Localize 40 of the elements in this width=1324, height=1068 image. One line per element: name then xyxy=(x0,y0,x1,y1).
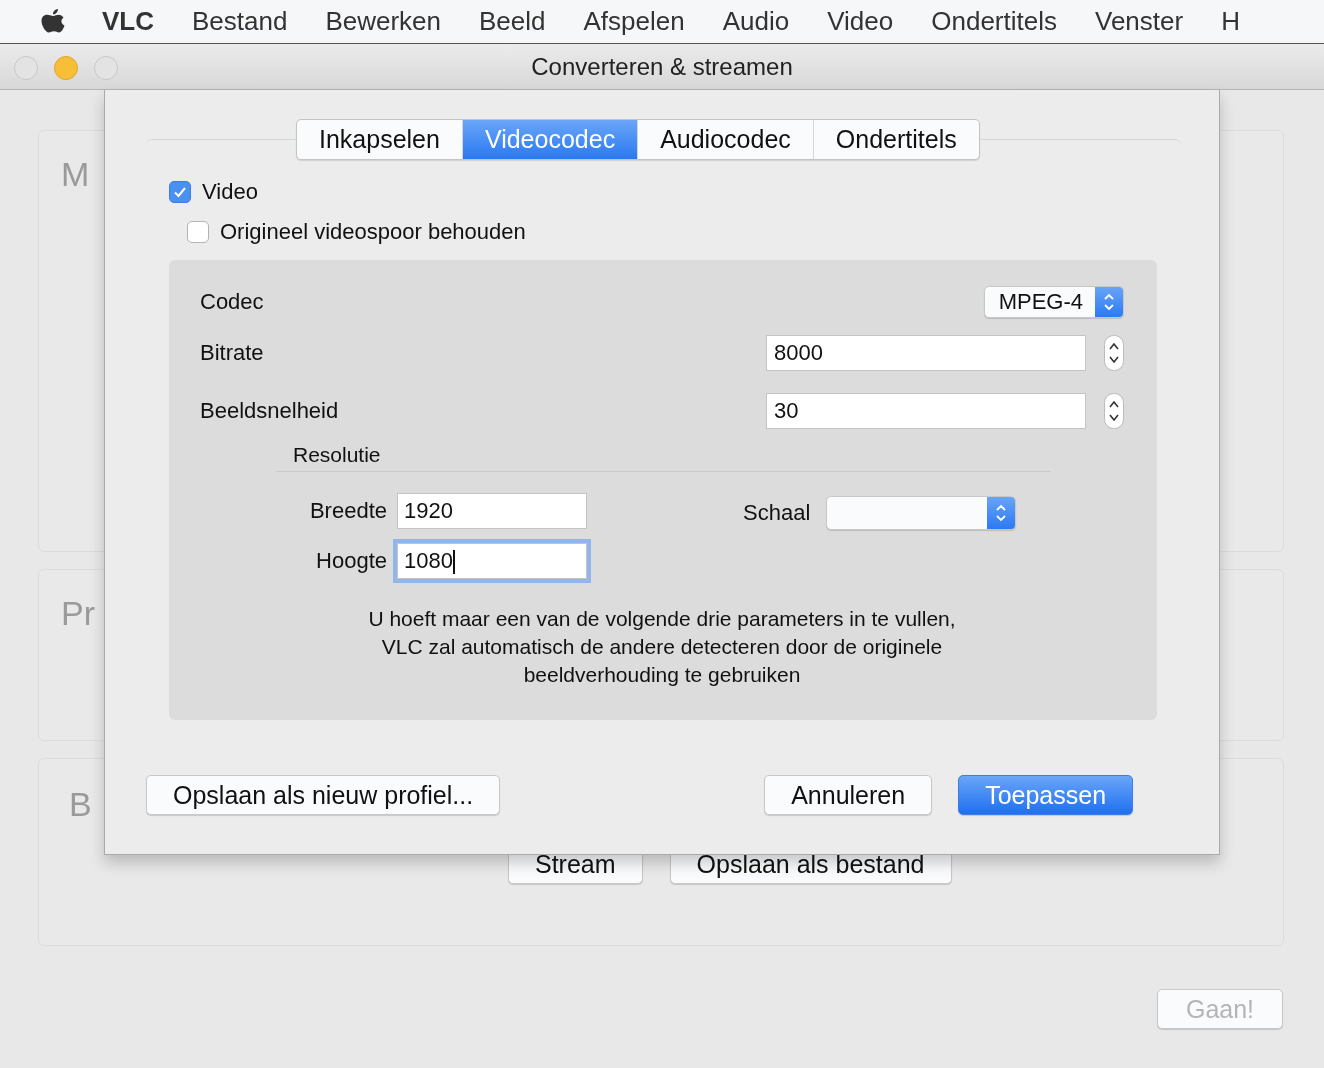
group-title: Pr xyxy=(61,594,95,633)
bitrate-field[interactable]: 8000 xyxy=(766,335,1086,371)
menu-item[interactable]: Video xyxy=(827,6,894,37)
menu-item[interactable]: Afspelen xyxy=(583,6,685,37)
field-label: Codec xyxy=(200,289,264,315)
field-label: Breedte xyxy=(308,498,387,524)
menu-item[interactable]: Bewerken xyxy=(325,6,442,37)
stepper-icon[interactable] xyxy=(1104,393,1124,429)
checkbox[interactable] xyxy=(187,221,209,243)
stepper-icon[interactable] xyxy=(1104,335,1124,371)
checkbox-label: Origineel videospoor behouden xyxy=(220,219,526,245)
tab[interactable]: Audiocodec xyxy=(638,120,814,159)
tab[interactable]: Ondertitels xyxy=(813,120,979,159)
field-label: Bitrate xyxy=(200,340,264,366)
group-title: B xyxy=(69,785,92,824)
menu-item[interactable]: H xyxy=(1221,6,1240,37)
field-label: Schaal xyxy=(743,500,811,526)
field-label: Hoogte xyxy=(315,548,387,574)
hint-text: U hoeft maar een van de volgende drie parameters in te vullen, VLC zal automatisch de andere detecteren door de originele beeldverhouding te gebruiken xyxy=(367,606,957,688)
codec-dropdown[interactable]: MPEG-4 xyxy=(983,286,1124,318)
chevron-icon xyxy=(1095,287,1123,317)
app-menu[interactable]: VLC xyxy=(102,6,154,37)
window-title: Converteren & streamen xyxy=(531,52,793,81)
menu-item[interactable]: Venster xyxy=(1095,6,1184,37)
dialog-button[interactable]: Annuleren xyxy=(764,775,933,815)
section-title: Resolutie xyxy=(293,443,382,467)
width-field[interactable]: 1920 xyxy=(397,493,587,529)
chevron-icon xyxy=(987,497,1016,529)
checkbox-label: Video xyxy=(202,179,258,205)
menu-item[interactable]: Audio xyxy=(722,6,790,37)
tab[interactable]: Inkapselen xyxy=(297,120,463,159)
checkbox[interactable] xyxy=(169,181,191,203)
scale-dropdown[interactable] xyxy=(826,496,1017,530)
menu-item[interactable]: Bestand xyxy=(192,6,288,37)
dialog-button[interactable]: Opslaan als nieuw profiel... xyxy=(146,775,501,815)
group-title: M xyxy=(61,155,90,194)
menu-item[interactable]: Ondertitels xyxy=(931,6,1057,37)
menu-item[interactable]: Beeld xyxy=(479,6,546,37)
field-label: Beeldsnelheid xyxy=(200,398,339,424)
framerate-field[interactable]: 30 xyxy=(766,393,1086,429)
